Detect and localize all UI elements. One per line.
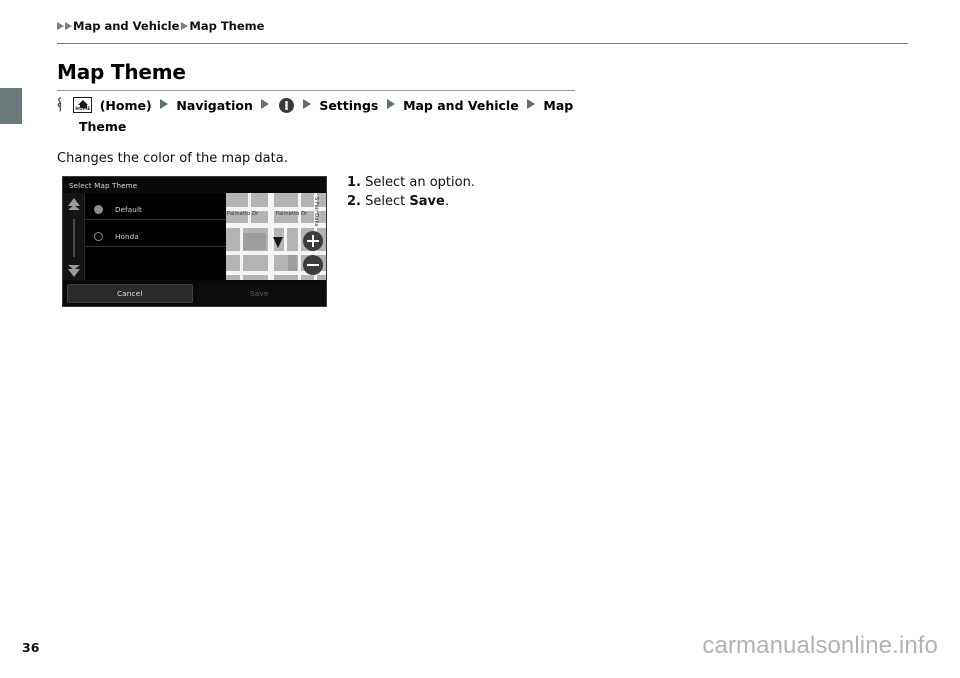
path-arrow-icon xyxy=(386,99,395,109)
save-button[interactable]: Save xyxy=(196,283,322,303)
more-options-icon xyxy=(278,98,294,113)
option-label-default: Default xyxy=(115,204,142,214)
map-label-street-right: Palmetto Dr xyxy=(276,211,308,217)
screen-footer: Cancel Save xyxy=(63,280,326,306)
breadcrumb-arrow-icon xyxy=(57,22,64,30)
scroll-up-icon[interactable] xyxy=(68,205,80,210)
option-label-honda: Honda xyxy=(115,231,139,241)
section-tab-marker xyxy=(0,88,22,124)
path-arrow-icon xyxy=(302,99,311,109)
page-number: 36 xyxy=(22,640,40,655)
navigation-screenshot: Select Map Theme Default Honda Palmetto … xyxy=(62,176,327,307)
step-list: 1. Select an option. 2. Select Save. xyxy=(347,173,475,211)
breadcrumb-item-map-theme: Map Theme xyxy=(189,19,265,33)
radio-unselected-icon[interactable] xyxy=(94,231,103,241)
header-divider xyxy=(57,43,908,44)
path-arrow-icon xyxy=(160,99,169,109)
path-arrow-icon xyxy=(261,99,270,109)
cancel-button[interactable]: Cancel xyxy=(67,283,193,303)
list-item: 2. Select Save. xyxy=(347,192,475,211)
manual-page: System Setup Map and Vehicle Map Theme M… xyxy=(0,0,960,678)
breadcrumb: Map and Vehicle Map Theme xyxy=(57,19,266,33)
map-preview[interactable]: Palmetto Dr Palmetto Dr S Fair Oaks xyxy=(226,193,326,282)
watermark: carmanualsonline.info xyxy=(702,632,938,659)
radio-selected-icon[interactable] xyxy=(94,204,103,214)
scroll-down-icon[interactable] xyxy=(68,265,80,270)
home-button-icon: HOME xyxy=(73,97,93,113)
scrollbar-track[interactable] xyxy=(73,219,75,257)
list-item: 1. Select an option. xyxy=(347,173,475,192)
list-item[interactable]: Honda xyxy=(85,226,226,247)
breadcrumb-arrow-icon xyxy=(65,22,72,30)
press-finger-icon xyxy=(57,97,66,117)
path-segment-navigation: Navigation xyxy=(176,98,253,113)
list-item[interactable]: Default xyxy=(85,199,226,220)
step-number: 1. xyxy=(347,175,361,190)
vehicle-position-icon xyxy=(273,237,283,248)
home-icon-label: HOME xyxy=(75,106,91,112)
path-arrow-icon xyxy=(527,99,536,109)
step-text-post: . xyxy=(444,194,449,209)
body-text: Changes the color of the map data. xyxy=(57,151,288,166)
path-segment-map-and-vehicle: Map and Vehicle xyxy=(403,98,519,113)
command-path: HOME (Home) Navigation Settings Map and … xyxy=(57,96,577,136)
breadcrumb-arrow-icon xyxy=(181,22,189,30)
step-text-pre: Select xyxy=(365,194,410,209)
theme-option-list: Default Honda xyxy=(85,193,226,282)
path-segment-map: Map xyxy=(543,98,574,113)
list-scrollbar[interactable] xyxy=(63,193,85,282)
breadcrumb-item-map-and-vehicle: Map and Vehicle xyxy=(73,19,180,33)
home-text-label: (Home) xyxy=(99,98,152,113)
map-label-street-left: Palmetto Dr xyxy=(227,211,259,217)
zoom-out-button[interactable] xyxy=(303,255,323,275)
step-number: 2. xyxy=(347,194,361,209)
title-underline xyxy=(57,90,575,91)
path-segment-settings: Settings xyxy=(319,98,379,113)
step-emphasis-save: Save xyxy=(409,194,445,209)
page-title: Map Theme xyxy=(57,60,186,84)
path-segment-theme: Theme xyxy=(79,119,127,134)
map-label-street-vertical: S Fair Oaks xyxy=(313,197,319,227)
screen-title: Select Map Theme xyxy=(63,177,326,193)
scroll-down-icon[interactable] xyxy=(68,269,80,277)
zoom-in-button[interactable] xyxy=(303,231,323,251)
step-text: Select an option. xyxy=(365,175,475,190)
